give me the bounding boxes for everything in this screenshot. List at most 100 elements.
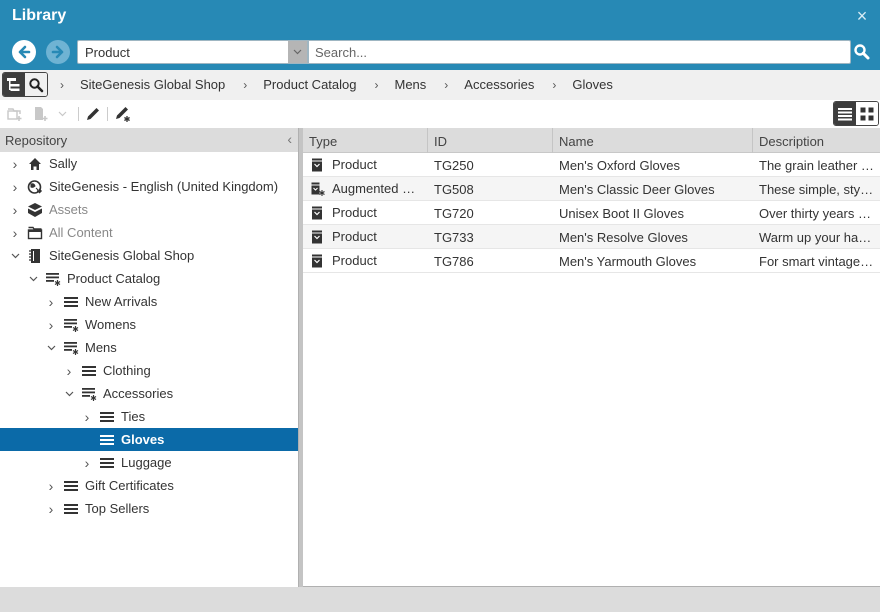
column-header-description[interactable]: Description [753,128,880,153]
breadcrumb-separator: › [374,77,379,92]
grid-icon [860,107,874,120]
chevron-right-icon[interactable]: › [81,409,93,425]
tree-node[interactable]: › Luggage [0,451,298,474]
category-icon [63,294,79,310]
chevron-right-icon[interactable]: › [81,455,93,471]
new-folder-button[interactable] [6,105,24,123]
column-header-id[interactable]: ID [428,128,553,153]
tree-node-label: Womens [85,317,137,332]
thumbnail-layout-button[interactable] [856,102,878,125]
chevron-right-icon[interactable]: › [45,501,57,517]
search-input[interactable] [308,40,851,64]
forward-button[interactable] [46,40,70,64]
cell-name: Men's Oxford Gloves [559,158,680,173]
tree-node[interactable]: › Assets [0,198,298,221]
chevron-down-icon[interactable] [9,250,21,262]
chevron-right-icon[interactable]: › [9,202,21,218]
edit-augmented-button[interactable] [114,105,132,123]
tree-node[interactable]: › Sally [0,152,298,175]
tree-node[interactable]: › All Content [0,221,298,244]
toolbar-divider [107,107,108,121]
table-row[interactable]: Augmented Pr... TG508 Men's Classic Deer G… [303,177,880,201]
tree-node[interactable]: › Ties [0,405,298,428]
chevron-down-icon[interactable] [288,41,307,63]
cell-name: Unisex Boot II Gloves [559,206,684,221]
tree-node[interactable]: › Gift Certificates [0,474,298,497]
arrow-right-icon [51,45,64,59]
chevron-right-icon[interactable]: › [45,317,57,333]
collapse-panel-icon[interactable]: ‹ [287,131,292,147]
chevron-down-icon[interactable] [27,273,39,285]
chevron-down-icon[interactable] [45,342,57,354]
product-icon [311,230,323,244]
cell-type-label: Product [332,229,377,244]
tree-search-toggle [2,72,48,97]
table-row[interactable]: Product TG733 Men's Resolve Gloves Warm up … [303,225,880,249]
breadcrumb-item[interactable]: SiteGenesis Global Shop [80,77,225,92]
close-icon[interactable]: × [854,7,870,25]
search-view-button[interactable] [25,73,47,96]
chevron-down-icon [58,111,66,117]
chevron-right-icon[interactable]: › [63,363,75,379]
toolbar [0,100,880,128]
chevron-right-icon[interactable]: › [9,225,21,241]
tree-node[interactable]: SiteGenesis Global Shop [0,244,298,267]
augmented-category-icon [63,317,79,333]
chevron-right-icon[interactable]: › [45,478,57,494]
pencil-star-icon [116,107,130,122]
tree-node-label: Product Catalog [67,271,161,286]
cell-type: Product [303,201,428,224]
list-layout-button[interactable] [834,102,856,125]
site-icon [27,179,43,195]
table-row[interactable]: Product TG720 Unisex Boot II Gloves Over th… [303,201,880,225]
breadcrumb-item[interactable]: Product Catalog [263,77,356,92]
pencil-icon [87,108,99,120]
chevron-right-icon[interactable]: › [9,156,21,172]
chevron-down-icon[interactable] [63,388,75,400]
tree-node[interactable]: Gloves [0,428,298,451]
type-filter-select[interactable]: Product [77,40,308,64]
breadcrumb-item[interactable]: Accessories [464,77,534,92]
breadcrumb-item[interactable]: Mens [395,77,427,92]
table-row[interactable]: Product TG250 Men's Oxford Gloves The grain… [303,153,880,177]
augmented-category-icon [45,271,61,287]
tree-node[interactable]: › Top Sellers [0,497,298,520]
arrow-left-icon [18,45,31,59]
tree-node-label: Clothing [103,363,151,378]
tree-icon [7,77,20,91]
new-folder-icon [7,108,22,121]
search-icon[interactable] [853,43,871,61]
breadcrumb-separator: › [552,77,557,92]
repository-title: Repository [5,133,68,148]
back-button[interactable] [12,40,36,64]
tree-node[interactable]: Accessories [0,382,298,405]
tree-node-label: Assets [49,202,89,217]
grid-body: Product TG250 Men's Oxford Gloves The grain… [303,153,880,273]
tree-node[interactable]: Product Catalog [0,267,298,290]
window-title: Library [12,7,67,24]
column-header-type[interactable]: Type [303,128,428,153]
breadcrumb-item-current[interactable]: Gloves [572,77,612,92]
tree-node[interactable]: › Clothing [0,359,298,382]
tree-view-button[interactable] [3,73,25,96]
new-content-dropdown[interactable] [55,105,69,123]
tree-node[interactable]: › New Arrivals [0,290,298,313]
augmented-category-icon [63,340,79,356]
edit-button[interactable] [84,105,102,123]
tree-node[interactable]: › Womens [0,313,298,336]
cell-type: Augmented Pr... [303,177,428,200]
table-row[interactable]: Product TG786 Men's Yarmouth Gloves For sma… [303,249,880,273]
tree-node[interactable]: Mens [0,336,298,359]
tree-node[interactable]: › SiteGenesis - English (United Kingdom) [0,175,298,198]
breadcrumb-bar: › SiteGenesis Global Shop › Product Cata… [0,70,880,100]
repository-panel: Repository ‹ › Sally › SiteGenesis - Englis… [0,128,298,587]
category-icon [63,478,79,494]
new-content-button[interactable] [32,105,50,123]
chevron-right-icon[interactable]: › [9,179,21,195]
cell-description: Over thirty years a... [759,206,877,221]
chevron-right-icon[interactable]: › [45,294,57,310]
tree-node-label: Ties [121,409,146,424]
tree-node-label: Accessories [103,386,174,401]
breadcrumb: › SiteGenesis Global Shop › Product Cata… [60,77,631,92]
column-header-name[interactable]: Name [553,128,753,153]
